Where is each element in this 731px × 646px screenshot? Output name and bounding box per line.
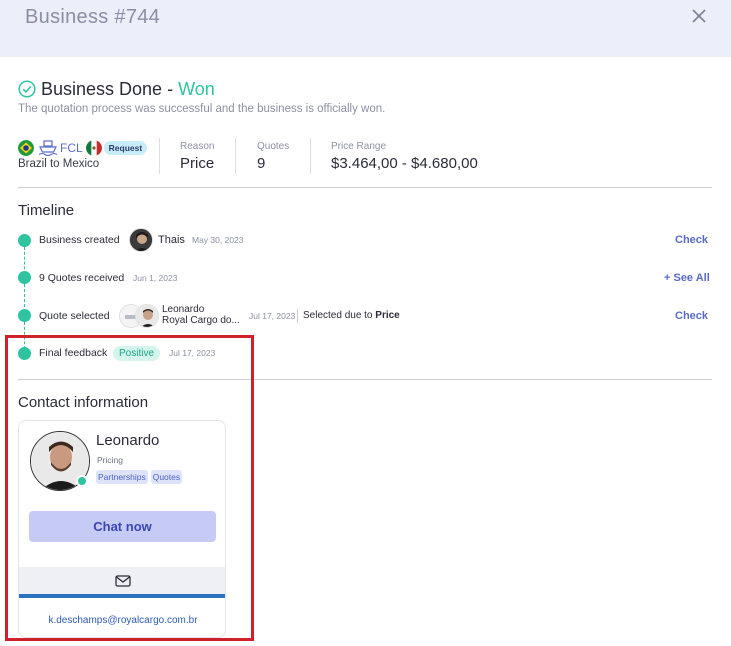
timeline-dot <box>18 271 31 284</box>
selection-reason: Selected due to Price <box>303 310 400 321</box>
divider <box>235 138 236 174</box>
check-link[interactable]: Check <box>675 234 708 246</box>
modal-header: Business #744 <box>0 0 731 57</box>
timeline-date: May 30, 2023 <box>192 235 244 245</box>
contact-name: Leonardo <box>162 304 205 315</box>
avatar <box>135 304 159 328</box>
timeline-item-label: Quote selected <box>39 310 110 322</box>
timeline-date: Jun 1, 2023 <box>133 273 178 283</box>
timeline-dot <box>18 309 31 322</box>
status-description: The quotation process was successful and… <box>18 103 386 115</box>
timeline-item-label: Business created <box>39 234 120 246</box>
ship-icon <box>38 140 58 157</box>
business-title: Business #744 <box>25 6 161 28</box>
selection-reason-value: Price <box>375 310 400 321</box>
timeline-title: Timeline <box>18 202 75 219</box>
selection-reason-prefix: Selected due to <box>303 310 373 321</box>
route-icons: FCL Request <box>18 139 148 157</box>
brazil-flag-icon <box>18 140 34 156</box>
timeline-item-label: 9 Quotes received <box>39 272 125 284</box>
close-icon[interactable] <box>690 7 708 25</box>
status-heading: Business Done - Won <box>18 78 215 100</box>
highlight-box <box>5 335 254 641</box>
section-divider <box>18 187 712 188</box>
reason-value: Price <box>180 155 215 172</box>
status-outcome: Won <box>178 78 215 99</box>
mexico-flag-icon <box>85 140 102 156</box>
company-name: Royal Cargo do... <box>162 315 240 326</box>
creator-name: Thais <box>158 234 185 246</box>
request-badge: Request <box>103 141 148 155</box>
timeline-dot <box>18 234 31 247</box>
check-circle-icon <box>18 80 36 98</box>
route-text: Brazil to Mexico <box>18 158 100 170</box>
divider <box>310 138 311 174</box>
timeline-date: Jul 17, 2023 <box>249 311 296 321</box>
price-range-value: $3.464,00 - $4.680,00 <box>331 155 478 172</box>
quotes-label: Quotes <box>257 141 290 152</box>
divider <box>297 309 298 323</box>
reason-label: Reason <box>180 141 215 152</box>
price-range-label: Price Range <box>331 141 387 152</box>
quotes-value: 9 <box>257 155 266 172</box>
check-link[interactable]: Check <box>675 310 708 322</box>
divider <box>159 138 160 174</box>
shipping-mode: FCL <box>60 141 83 155</box>
status-title: Business Done - <box>41 78 174 99</box>
avatar <box>129 228 153 252</box>
see-all-link[interactable]: + See All <box>664 272 710 284</box>
